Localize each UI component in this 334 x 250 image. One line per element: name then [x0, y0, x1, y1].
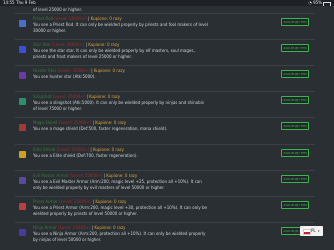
language-selector[interactable]: PL ▾ — [300, 226, 323, 236]
item-header: Priest Rod [Level: 20000+] | Kupione: 0 … — [33, 16, 122, 21]
item-icon — [19, 177, 26, 184]
item-name: Slingshot — [33, 94, 52, 99]
item-name: Mage Shield — [33, 120, 58, 125]
item-icon — [19, 203, 26, 210]
item-requirement: [Level: 35000+] — [59, 199, 92, 204]
item-purchase-count: Kupione: 0 razy — [92, 147, 124, 152]
item-header: Ninja Armor [Level: 25000+] | Kupione: 0… — [33, 225, 125, 230]
item-header: Evil Master Armor [Level: 25000+] | Kupi… — [33, 173, 137, 178]
item-requirement: [Level: 25000+] — [58, 225, 91, 230]
item-icon — [19, 124, 26, 131]
buy-item-button[interactable]: ZAKUPUJĘ ITEM — [281, 18, 309, 26]
item-header: Hunter Star [Level: 35000+] | Kupione: 0… — [33, 68, 125, 73]
divider — [15, 144, 315, 145]
item-purchase-count: Kupione: 0 razy — [94, 225, 126, 230]
shop-item: Slingshot [Level: 35000+] | Kupione: 0 r… — [15, 91, 315, 118]
divider — [15, 39, 315, 40]
shop-item: Mage Shield [Level: 25000+] | Kupione: 0… — [15, 117, 315, 144]
buy-item-button[interactable]: ZAKUPUJĘ ITEM — [281, 96, 309, 104]
flag-pl-icon — [303, 229, 311, 235]
item-description-tail: of level 25000 or higher. — [33, 7, 82, 12]
item-description: You see a slingshot (Atk:5000). It can o… — [33, 100, 204, 111]
divider — [15, 222, 315, 223]
buy-item-button[interactable]: ZAKUPUJĘ ITEM — [281, 70, 309, 78]
item-name: Priest Armor — [33, 199, 58, 204]
item-name: Priest Rod — [33, 16, 54, 21]
divider — [15, 117, 315, 118]
item-purchase-count: Kupione: 0 razy — [88, 42, 120, 47]
item-requirement: [Level: 25000+] — [58, 120, 92, 125]
item-icon — [19, 151, 26, 158]
item-requirement: [Level: 25000+] — [69, 173, 103, 178]
shop-item: Elite Shield [Level: 35000+] | Kupione: … — [15, 144, 315, 171]
item-description: You see the star star. It can only be wi… — [33, 48, 195, 59]
item-header: Slingshot [Level: 35000+] | Kupione: 0 r… — [33, 94, 120, 99]
item-header: Mage Shield [Level: 25000+] | Kupione: 0… — [33, 120, 126, 125]
shop-item: Ninja Armor [Level: 25000+] | Kupione: 0… — [15, 222, 315, 249]
item-header: Elite Shield [Level: 35000+] | Kupione: … — [33, 147, 124, 152]
item-requirement: [Level: 35000+] — [56, 147, 90, 152]
item-purchase-count: Kupione: 0 razy — [93, 68, 125, 73]
buy-item-button[interactable]: ZAKUPUJĘ ITEM — [281, 44, 309, 52]
divider — [15, 91, 315, 92]
item-requirement: [Level: 30000+] — [51, 42, 85, 47]
item-icon — [19, 46, 26, 53]
item-icon — [19, 20, 26, 27]
item-requirement: [Level: 35000+] — [57, 68, 90, 73]
divider — [15, 196, 315, 197]
shop-item: Star Star [Level: 30000+] | Kupione: 0 r… — [15, 39, 315, 66]
shop-list: of level 25000 or higher. Priest Rod [Le… — [0, 6, 334, 250]
item-purchase-count: Kupione: 0 razy — [106, 173, 138, 178]
language-code: PL — [311, 228, 316, 233]
item-purchase-count: Kupione: 0 razy — [90, 16, 122, 21]
shop-item: Hunter Star [Level: 35000+] | Kupione: 0… — [15, 65, 315, 92]
chevron-down-icon: ▾ — [318, 229, 320, 233]
item-name: Ninja Armor — [33, 225, 57, 230]
item-purchase-count: Kupione: 0 razy — [95, 199, 127, 204]
item-requirement: [Level: 35000+] — [52, 94, 86, 99]
item-description: You see a Elite shield (Def:700, faster … — [33, 153, 138, 158]
buy-item-button[interactable]: ZAKUPUJĘ ITEM — [281, 175, 309, 183]
item-requirement: [Level: 20000+] — [54, 16, 87, 21]
divider — [15, 170, 315, 171]
item-icon — [19, 72, 26, 79]
item-name: Elite Shield — [33, 147, 56, 152]
item-name: Evil Master Armor — [33, 173, 69, 178]
item-icon — [19, 98, 26, 105]
item-description: You see a Priest Rod. It can only be wie… — [33, 22, 209, 33]
item-header: Priest Armor [Level: 35000+] | Kupione: … — [33, 199, 126, 204]
item-description: You see hunter star (Atk:5000). — [33, 74, 96, 79]
item-header: Star Star [Level: 30000+] | Kupione: 0 r… — [33, 42, 119, 47]
divider — [15, 65, 315, 66]
item-description: You see a Priest Armor (Arm:200, magic l… — [33, 205, 207, 216]
buy-item-button[interactable]: ZAKUPUJĘ ITEM — [281, 201, 309, 209]
item-description: You see a mage shield (Def:500, faster r… — [33, 126, 168, 131]
item-description: You see a Ninja Armor (Arm:200, protecti… — [33, 231, 206, 242]
item-icon — [19, 229, 26, 236]
shop-item: Priest Armor [Level: 35000+] | Kupione: … — [15, 196, 315, 223]
divider — [15, 13, 315, 14]
shop-item: Priest Rod [Level: 20000+] | Kupione: 0 … — [15, 13, 315, 40]
item-purchase-count: Kupione: 0 razy — [95, 120, 127, 125]
item-name: Star Star — [33, 42, 51, 47]
item-description: You see a Evil Master Armor (Arm:200, ma… — [33, 179, 202, 190]
item-name: Hunter Star — [33, 68, 57, 73]
buy-item-button[interactable]: ZAKUPUJĘ ITEM — [281, 149, 309, 157]
item-purchase-count: Kupione: 0 razy — [89, 94, 121, 99]
buy-item-button[interactable]: ZAKUPUJĘ ITEM — [281, 122, 309, 130]
shop-item: Evil Master Armor [Level: 25000+] | Kupi… — [15, 170, 315, 197]
